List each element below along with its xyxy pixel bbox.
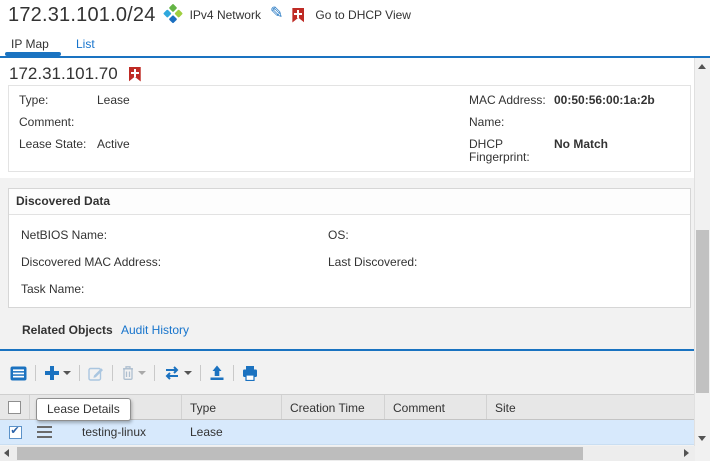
discovered-fields-right: OS: Last Discovered:	[328, 228, 680, 309]
bookmark-plus-glyph	[292, 8, 304, 23]
field-label: Comment:	[19, 116, 97, 129]
field-os: OS:	[328, 228, 680, 242]
column-header-comment[interactable]: Comment	[385, 395, 487, 419]
scroll-down-arrow-icon[interactable]	[698, 436, 706, 441]
ipv4-network-icon	[161, 4, 184, 27]
row-checkbox-checked[interactable]	[9, 426, 22, 439]
table-row[interactable]: testing-linux Lease	[0, 420, 694, 445]
field-last-discovered: Last Discovered:	[328, 255, 680, 269]
export-button[interactable]	[209, 365, 225, 381]
field-label: Lease State:	[19, 138, 97, 151]
toolbar-separator	[233, 365, 234, 381]
horizontal-scrollbar-thumb[interactable]	[17, 447, 583, 460]
discovered-data-body: NetBIOS Name: Discovered MAC Address: Ta…	[9, 215, 690, 309]
toolbar-separator	[154, 365, 155, 381]
network-header: 172.31.101.0/24 IPv4 Network ✎ Go to DHC…	[0, 0, 710, 30]
ipam-network-view: 172.31.101.0/24 IPv4 Network ✎ Go to DHC…	[0, 0, 710, 463]
tab-audit-history[interactable]: Audit History	[121, 323, 189, 337]
related-objects-toolbar	[0, 352, 694, 394]
field-label: MAC Address:	[469, 94, 554, 107]
select-all-cell	[0, 395, 30, 419]
transfer-button[interactable]	[163, 366, 192, 380]
bookmark-icon[interactable]	[292, 8, 304, 23]
edit-button-disabled[interactable]	[88, 365, 104, 381]
field-mac-address: MAC Address: 00:50:56:00:1a:2b	[469, 94, 680, 107]
scroll-up-arrow-icon[interactable]	[698, 64, 706, 69]
field-label: Name:	[469, 116, 554, 129]
row-menu-icon[interactable]	[37, 426, 52, 438]
field-name: Name:	[469, 116, 680, 129]
field-discovered-mac: Discovered MAC Address:	[21, 255, 328, 269]
tab-ip-map[interactable]: IP Map	[11, 37, 49, 51]
scrollbar-corner	[695, 446, 710, 461]
field-netbios-name: NetBIOS Name:	[21, 228, 328, 242]
trash-icon	[121, 365, 135, 381]
sub-tab-bar: Related Objects Audit History	[0, 308, 694, 352]
field-value: Lease	[97, 94, 130, 107]
delete-dropdown-caret[interactable]	[138, 371, 146, 375]
printer-icon	[242, 366, 258, 381]
row-select-cell	[0, 426, 30, 439]
scroll-right-arrow-icon[interactable]	[684, 449, 689, 457]
field-label: DHCP Fingerprint:	[469, 138, 554, 164]
discovered-data-title: Discovered Data	[9, 189, 690, 215]
scroll-left-arrow-icon[interactable]	[4, 449, 9, 457]
add-button[interactable]	[44, 365, 71, 381]
column-header-site[interactable]: Site	[487, 395, 694, 419]
tab-list[interactable]: List	[76, 37, 95, 51]
tab-related-objects[interactable]: Related Objects	[22, 323, 113, 337]
ip-detail-fields: Type: Lease Comment: Lease State: Active…	[8, 85, 691, 172]
edit-icon	[88, 365, 104, 381]
detail-fields-right: MAC Address: 00:50:56:00:1a:2b Name: DHC…	[469, 94, 680, 163]
toolbar-separator	[35, 365, 36, 381]
table-view-icon	[10, 366, 27, 381]
discovered-fields-left: NetBIOS Name: Discovered MAC Address: Ta…	[21, 228, 328, 309]
field-value: Active	[97, 138, 130, 151]
ip-detail-section: 172.31.101.70 Type: Lease Comment: Lease…	[0, 58, 694, 178]
lease-details-tooltip: Lease Details	[36, 398, 131, 421]
field-task-name: Task Name:	[21, 282, 328, 296]
vertical-scrollbar[interactable]	[694, 58, 710, 448]
column-header-type[interactable]: Type	[182, 395, 282, 419]
delete-button-disabled[interactable]	[121, 365, 146, 381]
main-tab-bar: IP Map List	[0, 30, 710, 58]
horizontal-scrollbar[interactable]	[0, 446, 695, 461]
plus-icon	[44, 365, 60, 381]
transfer-dropdown-caret[interactable]	[184, 371, 192, 375]
sub-tab-divider	[0, 349, 694, 351]
row-type: Lease	[182, 425, 282, 439]
toolbar-separator	[112, 365, 113, 381]
go-to-dhcp-view-link[interactable]: Go to DHCP View	[315, 8, 411, 22]
field-value: 00:50:56:00:1a:2b	[554, 94, 655, 107]
table-view-button[interactable]	[10, 366, 27, 381]
edit-network-icon[interactable]: ✎	[270, 6, 283, 22]
upload-icon	[209, 365, 225, 381]
bookmark-icon[interactable]	[129, 67, 141, 82]
select-all-checkbox[interactable]	[8, 401, 21, 414]
print-button[interactable]	[242, 366, 258, 381]
field-dhcp-fingerprint: DHCP Fingerprint: No Match	[469, 138, 680, 164]
bookmark-plus-glyph	[129, 67, 141, 82]
add-dropdown-caret[interactable]	[63, 371, 71, 375]
field-type: Type: Lease	[19, 94, 469, 107]
field-lease-state: Lease State: Active	[19, 138, 469, 151]
ip-address-title: 172.31.101.70	[9, 64, 118, 84]
field-label: Type:	[19, 94, 97, 107]
discovered-data-panel: Discovered Data NetBIOS Name: Discovered…	[8, 188, 691, 308]
network-type-label: IPv4 Network	[190, 8, 261, 22]
vertical-scrollbar-thumb[interactable]	[696, 230, 709, 393]
detail-fields-left: Type: Lease Comment: Lease State: Active	[19, 94, 469, 163]
network-title: 172.31.101.0/24	[8, 4, 156, 27]
ip-detail-title-row: 172.31.101.70	[0, 58, 694, 85]
toolbar-separator	[79, 365, 80, 381]
row-name-cell: testing-linux	[30, 425, 182, 439]
toolbar-separator	[200, 365, 201, 381]
transfer-arrows-icon	[163, 366, 181, 380]
field-value: No Match	[554, 138, 608, 164]
column-header-creation-time[interactable]: Creation Time	[282, 395, 385, 419]
row-name: testing-linux	[82, 425, 146, 439]
field-comment: Comment:	[19, 116, 469, 129]
